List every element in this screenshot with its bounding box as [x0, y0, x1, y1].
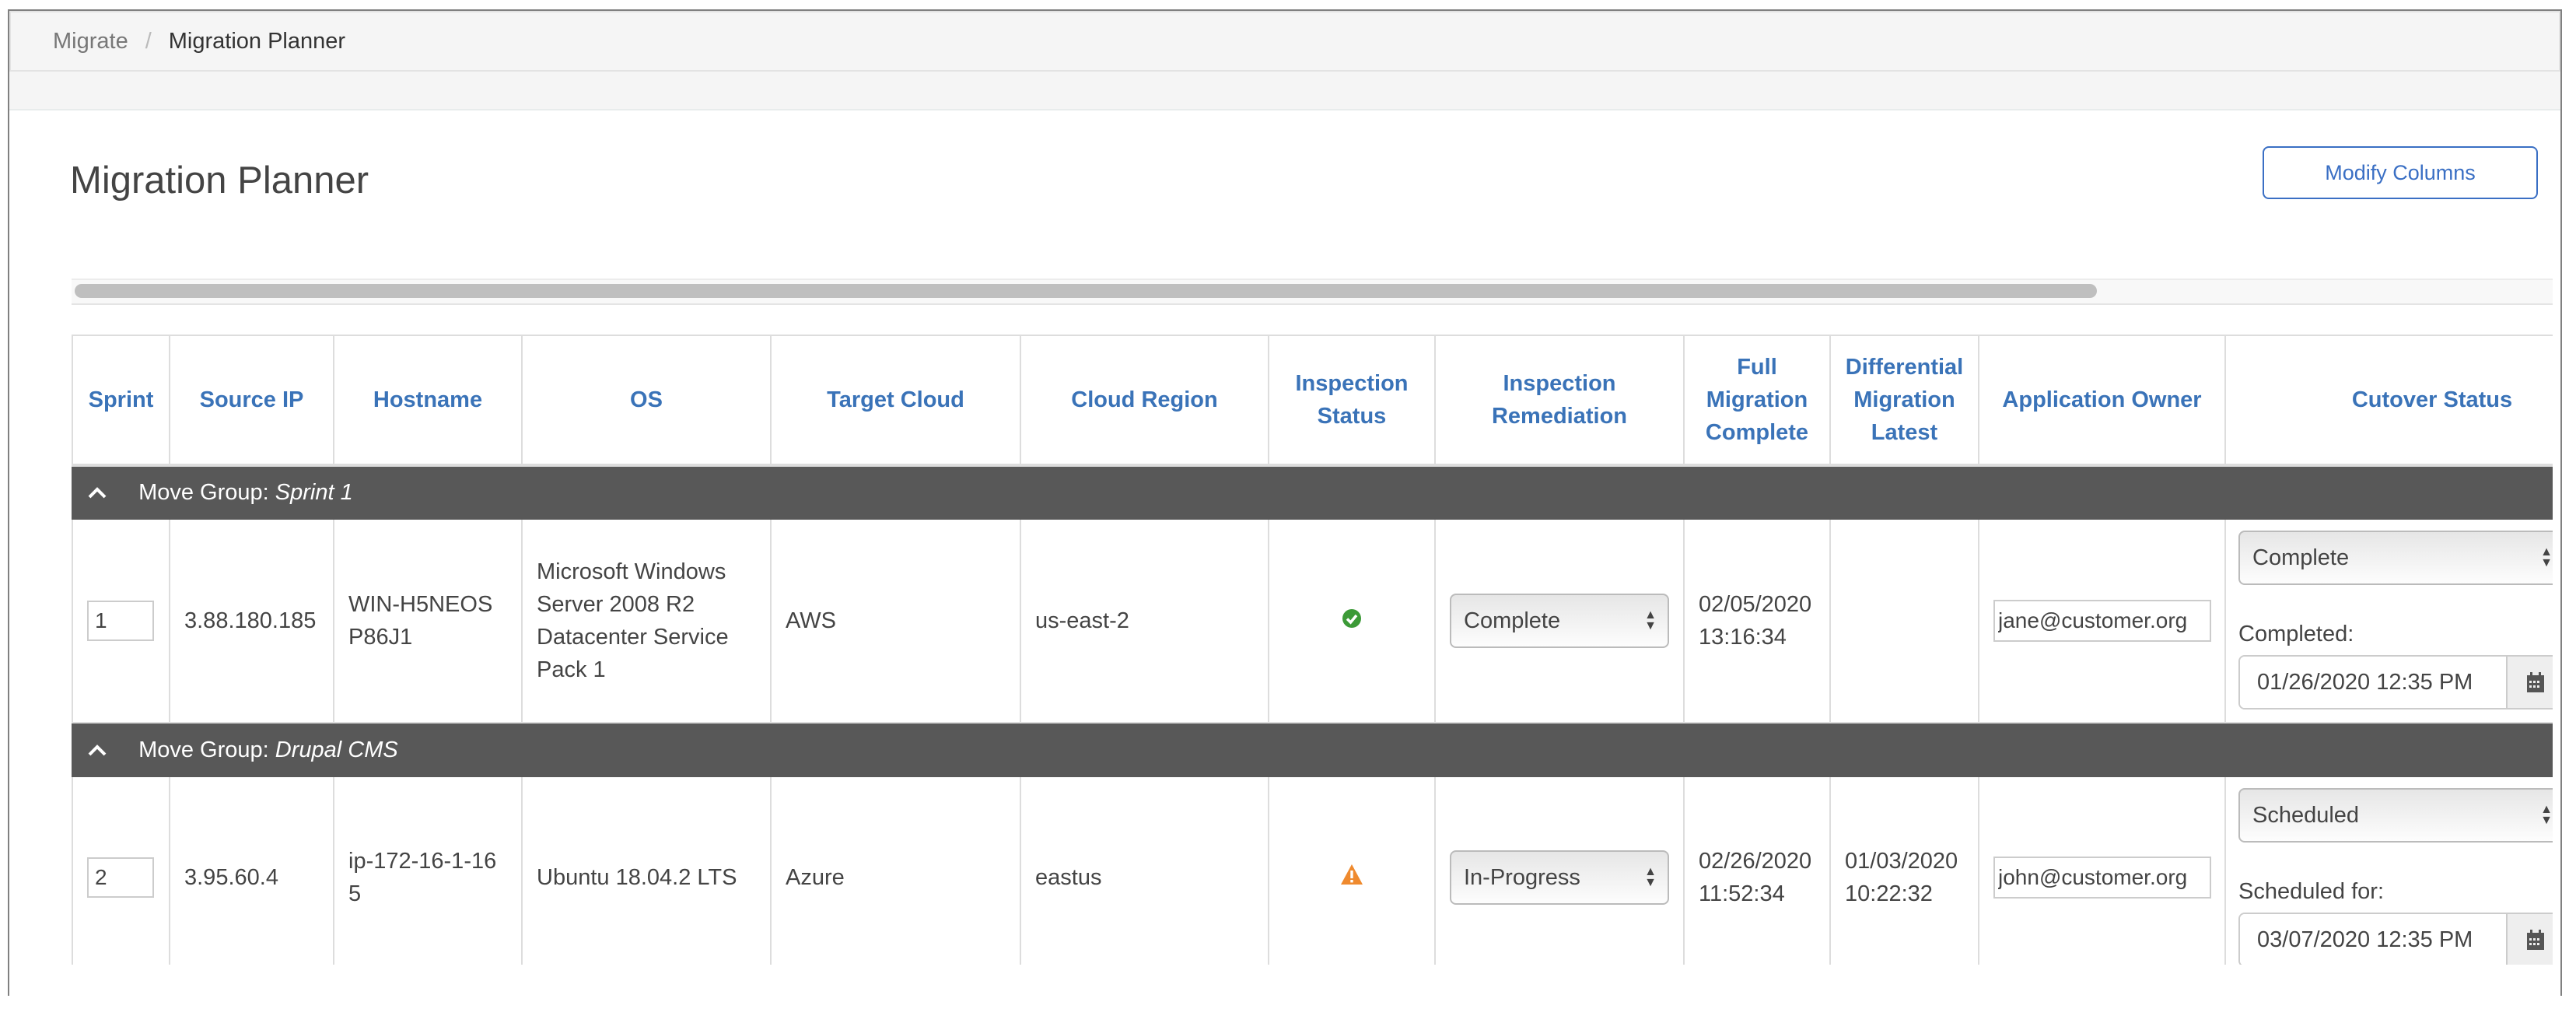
- breadcrumb-link-migrate[interactable]: Migrate: [53, 29, 128, 54]
- move-group-label: Move Group:: [138, 480, 269, 505]
- column-header-differential-migration-latest[interactable]: Differential Migration Latest: [1829, 335, 1979, 467]
- calendar-icon[interactable]: [2506, 914, 2553, 965]
- horizontal-scrollbar[interactable]: [72, 279, 2553, 305]
- full-migration-complete-cell: 02/26/2020 11:52:34: [1683, 776, 1831, 965]
- cutover-date-input[interactable]: [2240, 914, 2506, 965]
- cloud-region-cell: eastus: [1020, 776, 1269, 965]
- sprint-cell: [72, 776, 170, 965]
- sprint-input[interactable]: [87, 601, 154, 641]
- application-owner-cell: [1978, 518, 2226, 723]
- cutover-date-picker: [2238, 655, 2553, 709]
- select-arrows-icon: ▲ ▼: [2540, 545, 2553, 569]
- migration-table-container: Sprint Source IP Hostname OS Target Clou…: [72, 335, 2553, 965]
- check-circle-icon: [1342, 605, 1362, 638]
- move-group-header[interactable]: Move Group: Drupal CMS: [72, 722, 2553, 777]
- cutover-status-value: Scheduled: [2252, 803, 2360, 828]
- column-header-target-cloud[interactable]: Target Cloud: [770, 335, 1021, 467]
- chevron-up-icon[interactable]: [87, 476, 110, 509]
- column-header-cutover-status[interactable]: Cutover Status: [2224, 335, 2553, 467]
- inspection-remediation-cell: Complete ▲ ▼: [1434, 518, 1685, 723]
- hostname-cell: WIN-H5NEOSP86J1: [333, 518, 523, 723]
- move-group-row[interactable]: Move Group: Drupal CMS: [72, 722, 2553, 777]
- migration-planner-panel: Migration Planner Modify Columns Sprint …: [9, 109, 2560, 997]
- cutover-status-cell: Scheduled ▲ ▼ Scheduled for:: [2224, 776, 2553, 965]
- table-header-row: Sprint Source IP Hostname OS Target Clou…: [72, 335, 2553, 467]
- inspection-status-cell: [1268, 518, 1436, 723]
- target-cloud-cell: Azure: [770, 776, 1021, 965]
- page-title: Migration Planner: [70, 159, 369, 201]
- application-owner-cell: [1978, 776, 2226, 965]
- modify-columns-button[interactable]: Modify Columns: [2263, 146, 2538, 199]
- migration-table: Sprint Source IP Hostname OS Target Clou…: [72, 335, 2553, 965]
- inspection-status-cell: [1268, 776, 1436, 965]
- select-arrows-icon: ▲ ▼: [1644, 608, 1657, 632]
- inspection-remediation-select[interactable]: In-Progress ▲ ▼: [1450, 850, 1669, 905]
- column-header-os[interactable]: OS: [521, 335, 772, 467]
- full-migration-complete-cell: 02/05/2020 13:16:34: [1683, 518, 1831, 723]
- move-group-header[interactable]: Move Group: Sprint 1: [72, 464, 2553, 520]
- column-header-sprint[interactable]: Sprint: [72, 335, 170, 467]
- os-cell: Ubuntu 18.04.2 LTS: [521, 776, 772, 965]
- sprint-cell: [72, 518, 170, 723]
- column-header-application-owner[interactable]: Application Owner: [1978, 335, 2226, 467]
- cutover-date-label: Scheduled for:: [2238, 879, 2385, 904]
- cutover-status-value: Complete: [2252, 545, 2350, 570]
- column-header-source-ip[interactable]: Source IP: [169, 335, 334, 467]
- move-group-name: Sprint 1: [275, 480, 353, 505]
- move-group-label: Move Group:: [138, 737, 269, 762]
- select-arrows-icon: ▲ ▼: [2540, 803, 2553, 827]
- cutover-date-input[interactable]: [2240, 657, 2506, 708]
- source-ip-cell: 3.88.180.185: [169, 518, 334, 723]
- sprint-input[interactable]: [87, 857, 154, 898]
- breadcrumb-separator: /: [145, 28, 152, 54]
- differential-migration-latest-cell: [1829, 518, 1979, 723]
- column-header-inspection-status[interactable]: Inspection Status: [1268, 335, 1436, 467]
- scrollbar-thumb[interactable]: [75, 284, 2097, 298]
- source-ip-cell: 3.95.60.4: [169, 776, 334, 965]
- inspection-remediation-value: Complete: [1464, 608, 1561, 633]
- cloud-region-cell: us-east-2: [1020, 518, 1269, 723]
- target-cloud-cell: AWS: [770, 518, 1021, 723]
- application-owner-input[interactable]: [1993, 857, 2211, 899]
- table-row: 3.88.180.185 WIN-H5NEOSP86J1 Microsoft W…: [72, 518, 2553, 723]
- inspection-remediation-value: In-Progress: [1464, 865, 1580, 890]
- warning-triangle-icon: [1340, 862, 1363, 895]
- move-group-name: Drupal CMS: [275, 737, 398, 762]
- inspection-remediation-cell: In-Progress ▲ ▼: [1434, 776, 1685, 965]
- page-background: [9, 72, 2560, 110]
- inspection-remediation-select[interactable]: Complete ▲ ▼: [1450, 594, 1669, 648]
- os-cell: Microsoft Windows Server 2008 R2 Datacen…: [521, 518, 772, 723]
- breadcrumb-current: Migration Planner: [168, 28, 346, 54]
- column-header-inspection-remediation[interactable]: Inspection Remediation: [1434, 335, 1685, 467]
- calendar-icon[interactable]: [2506, 657, 2553, 708]
- hostname-cell: ip-172-16-1-165: [333, 776, 523, 965]
- cutover-date-picker: [2238, 913, 2553, 965]
- move-group-row[interactable]: Move Group: Sprint 1: [72, 464, 2553, 520]
- application-owner-input[interactable]: [1993, 600, 2211, 642]
- column-header-full-migration-complete[interactable]: Full Migration Complete: [1683, 335, 1831, 467]
- cutover-status-select[interactable]: Complete ▲ ▼: [2238, 531, 2553, 585]
- chevron-up-icon[interactable]: [87, 734, 110, 766]
- column-header-cloud-region[interactable]: Cloud Region: [1020, 335, 1269, 467]
- cutover-status-select[interactable]: Scheduled ▲ ▼: [2238, 788, 2553, 843]
- column-header-hostname[interactable]: Hostname: [333, 335, 523, 467]
- cutover-date-label: Completed:: [2238, 622, 2354, 646]
- cutover-status-cell: Complete ▲ ▼ Completed:: [2224, 518, 2553, 723]
- select-arrows-icon: ▲ ▼: [1644, 865, 1657, 889]
- differential-migration-latest-cell: 01/03/2020 10:22:32: [1829, 776, 1979, 965]
- breadcrumb: Migrate / Migration Planner: [9, 11, 2560, 72]
- table-row: 3.95.60.4 ip-172-16-1-165 Ubuntu 18.04.2…: [72, 776, 2553, 965]
